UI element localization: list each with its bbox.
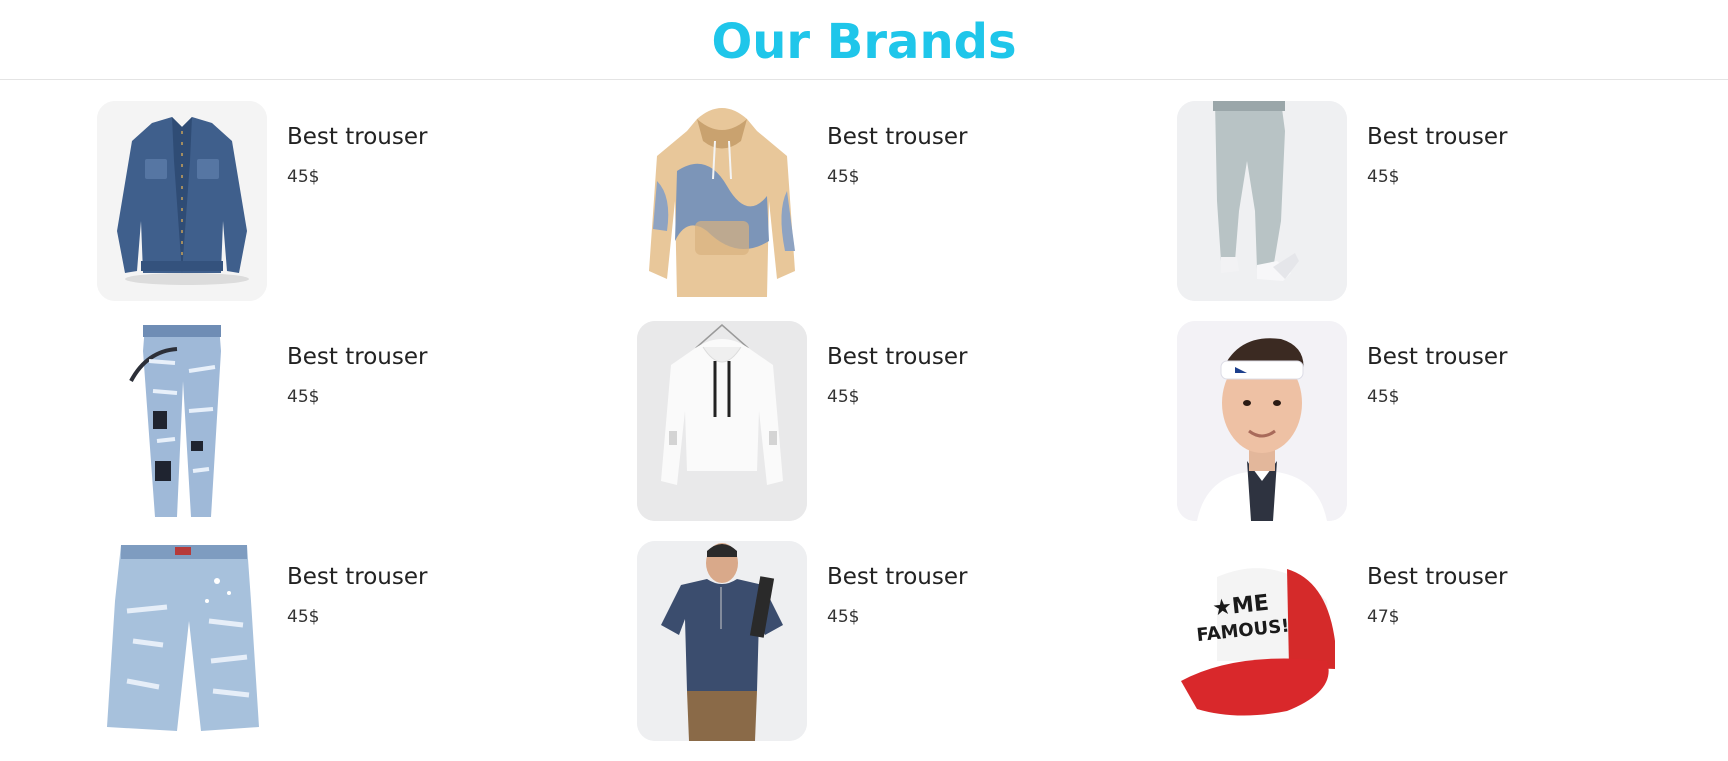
product-name[interactable]: Best trouser xyxy=(1367,561,1507,593)
product-price: 45$ xyxy=(287,387,320,407)
page-title: Our Brands xyxy=(711,14,1017,70)
product-card[interactable]: Best trouser 45$ xyxy=(97,541,577,741)
white-cropped-hoodie-image[interactable] xyxy=(637,321,807,521)
product-price: 45$ xyxy=(287,167,320,187)
denim-jacket-image[interactable] xyxy=(97,101,267,301)
ripped-jeans-image[interactable] xyxy=(97,321,267,521)
tie-dye-hoodie-image[interactable] xyxy=(637,101,807,301)
product-card[interactable]: Best trouser 45$ xyxy=(97,321,577,521)
trucker-cap-image[interactable]: ★ME FAMOUS! xyxy=(1177,541,1347,741)
product-card[interactable]: Best trouser 45$ xyxy=(637,541,1117,741)
denim-shorts-image[interactable] xyxy=(97,541,267,741)
product-card[interactable]: Best trouser 45$ xyxy=(1177,321,1657,521)
product-price: 45$ xyxy=(1367,387,1400,407)
man-headband-image[interactable] xyxy=(1177,321,1347,521)
product-price: 45$ xyxy=(827,167,860,187)
product-name[interactable]: Best trouser xyxy=(1367,341,1507,373)
product-card[interactable]: Best trouser 45$ xyxy=(1177,101,1657,301)
navy-tshirt-image[interactable] xyxy=(637,541,807,741)
product-name[interactable]: Best trouser xyxy=(827,561,967,593)
product-price: 45$ xyxy=(827,387,860,407)
product-name[interactable]: Best trouser xyxy=(287,561,427,593)
product-card[interactable]: ★ME FAMOUS! Best trouser 47$ xyxy=(1177,541,1657,741)
product-name[interactable]: Best trouser xyxy=(1367,121,1507,153)
product-name[interactable]: Best trouser xyxy=(287,121,427,153)
product-card[interactable]: Best trouser 45$ xyxy=(97,101,577,301)
grey-joggers-image[interactable] xyxy=(1177,101,1347,301)
product-price: 45$ xyxy=(1367,167,1400,187)
product-card[interactable]: Best trouser 45$ xyxy=(637,101,1117,301)
page-header: Our Brands xyxy=(0,0,1728,80)
product-price: 45$ xyxy=(287,607,320,627)
product-name[interactable]: Best trouser xyxy=(827,341,967,373)
product-card[interactable]: Best trouser 45$ xyxy=(637,321,1117,521)
product-price: 47$ xyxy=(1367,607,1400,627)
product-price: 45$ xyxy=(827,607,860,627)
product-name[interactable]: Best trouser xyxy=(287,341,427,373)
product-name[interactable]: Best trouser xyxy=(827,121,967,153)
